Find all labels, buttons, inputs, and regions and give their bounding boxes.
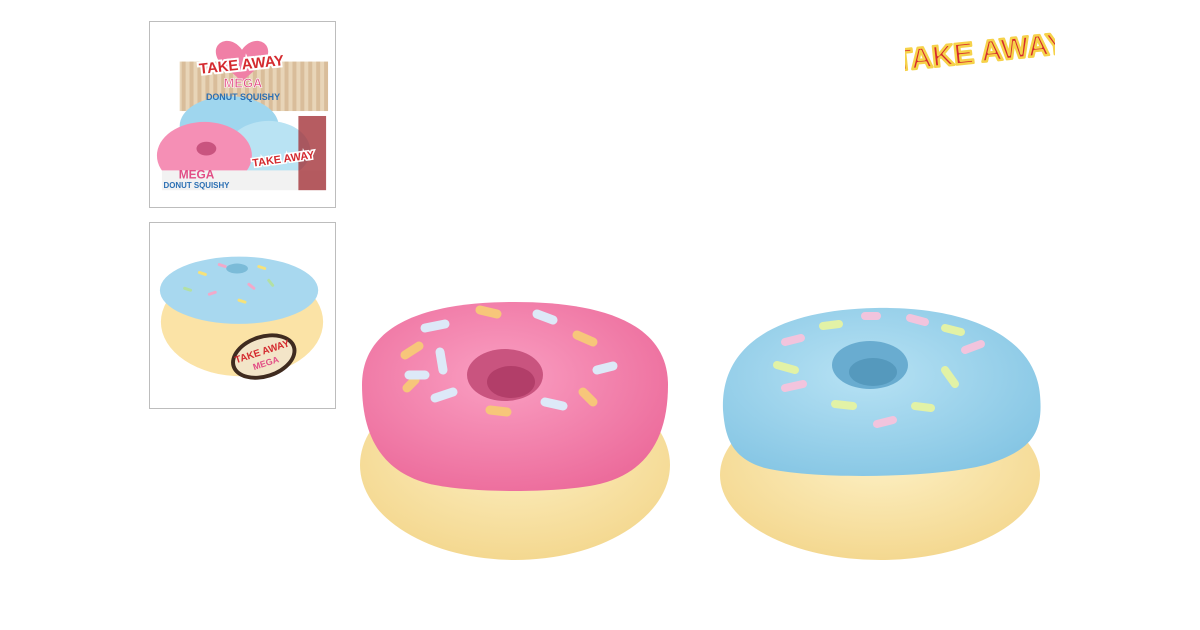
blue-donut <box>720 307 1041 560</box>
box-front-mega-text: MEGA <box>179 167 215 181</box>
logo-text: TAKE AWAY <box>905 27 1055 78</box>
donuts-graphic <box>360 302 1041 560</box>
blue-donut-thumb-image: TAKE AWAY MEGA <box>159 256 324 380</box>
display-box-image: TAKE AWAY TAKE AWAY MEGA DONUT SQUISHY M… <box>156 40 329 190</box>
blue-donut-icing <box>722 307 1041 476</box>
main-product-image <box>345 280 1065 580</box>
box-donut-squishy-text: DONUT SQUISHY <box>206 92 280 102</box>
take-away-logo: TAKE AWAY TAKE AWAY <box>905 18 1055 83</box>
box-mega-text: MEGA <box>224 75 263 90</box>
pink-donut <box>360 302 670 560</box>
thumbnail-display-box[interactable]: TAKE AWAY TAKE AWAY MEGA DONUT SQUISHY M… <box>149 21 336 208</box>
thumbnail-blue-donut[interactable]: TAKE AWAY MEGA <box>149 222 336 409</box>
take-away-logo-graphic: TAKE AWAY TAKE AWAY <box>905 23 1055 83</box>
box-front-donut-squishy-text: DONUT SQUISHY <box>164 181 231 190</box>
